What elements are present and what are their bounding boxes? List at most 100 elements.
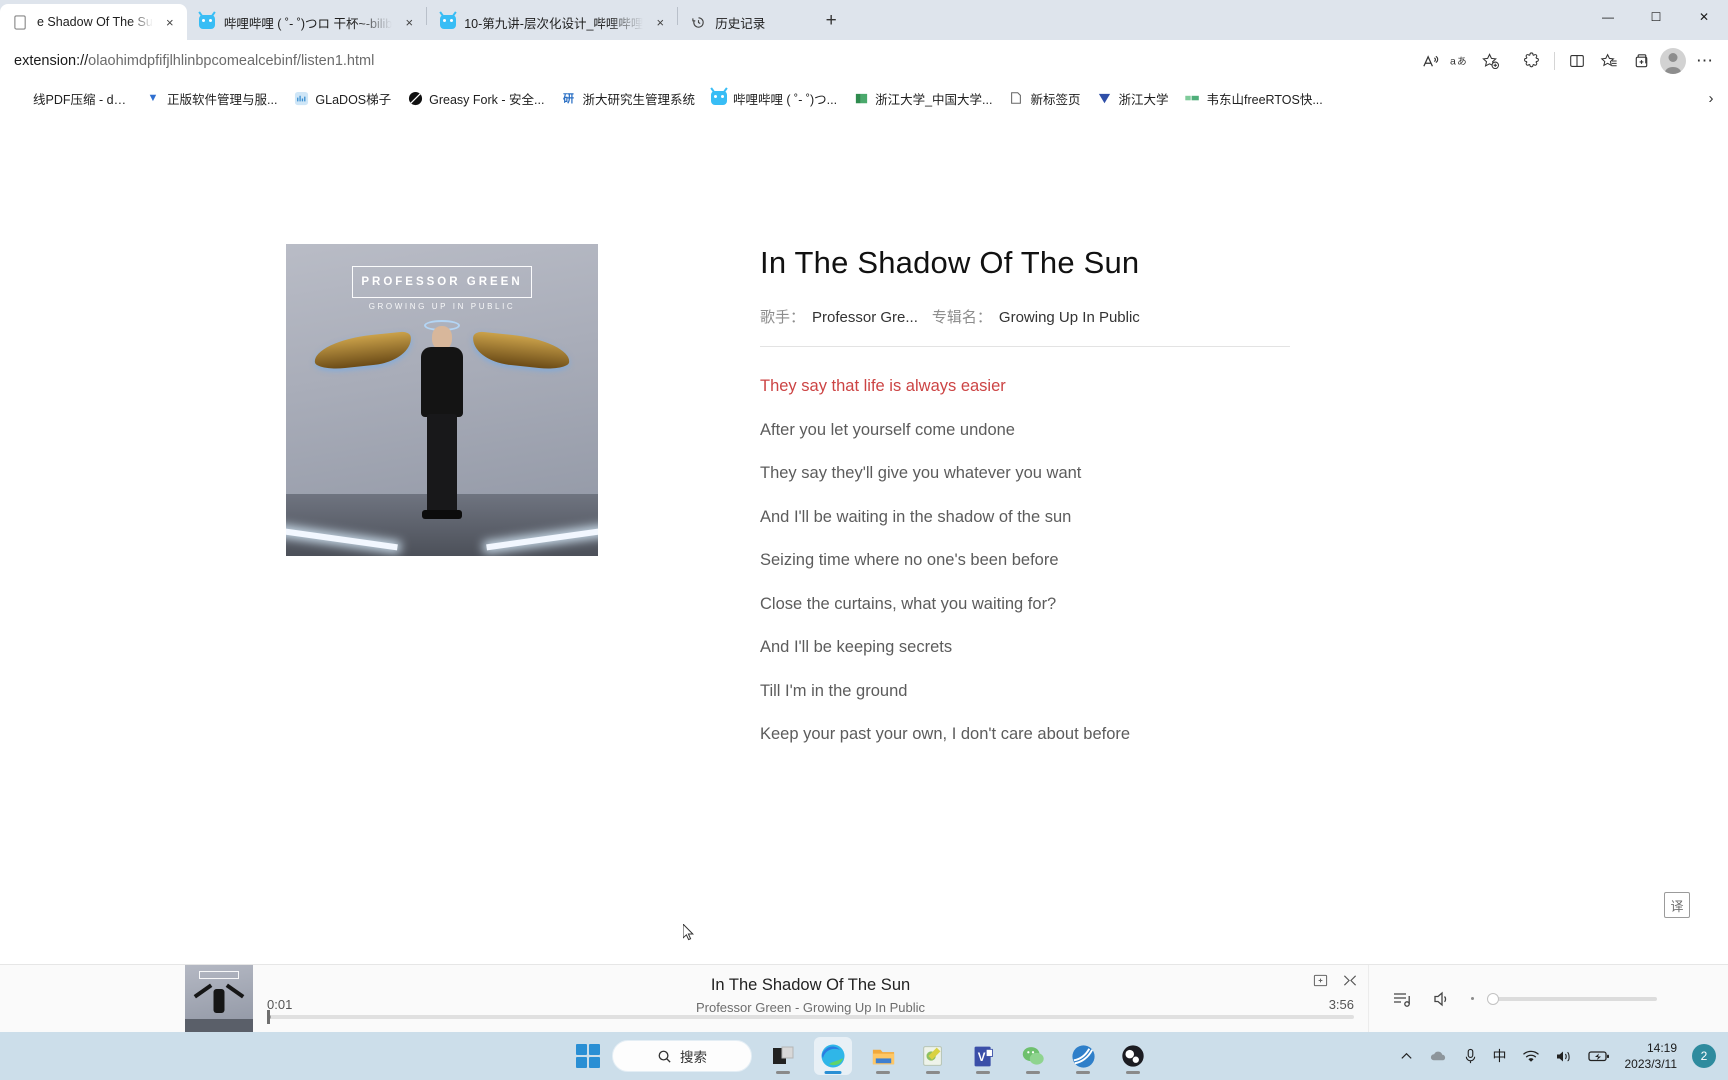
dropdown-icon: ▼ xyxy=(147,92,159,104)
favorites-icon[interactable] xyxy=(1594,46,1624,76)
lyric-line: And I'll be waiting in the shadow of the… xyxy=(760,507,1072,526)
player-song-subtitle: Professor Green - Growing Up In Public xyxy=(695,999,926,1015)
lyric-line: Till I'm in the ground xyxy=(760,681,908,700)
album-label: 专辑名： xyxy=(931,309,992,327)
profile-avatar-icon[interactable] xyxy=(1658,46,1688,76)
address-bar[interactable]: extension://olaohimdpfifjlhlinbpcomealce… xyxy=(8,46,1413,76)
bookmark-label: 浙江大学_中国大学... xyxy=(875,92,993,107)
tab-title: 哔哩哔哩 ( ˚- ˚)つロ 干杯~-bilib xyxy=(223,16,393,31)
bookmark-item[interactable]: 浙江大学 xyxy=(1090,86,1176,111)
add-to-playlist-icon[interactable] xyxy=(1313,973,1328,988)
app-running-dot xyxy=(1126,1071,1140,1074)
task-view-icon[interactable] xyxy=(764,1037,802,1075)
volume-icon[interactable] xyxy=(1431,988,1453,1010)
bookmark-item[interactable]: Greasy Fork - 安全... xyxy=(400,86,551,111)
settings-more-icon[interactable]: ⋯ xyxy=(1690,46,1720,76)
artist-value: Professor Gre... xyxy=(812,309,918,327)
notepad-icon[interactable] xyxy=(914,1037,952,1075)
obs-icon[interactable] xyxy=(1114,1037,1152,1075)
maximize-button[interactable]: ☐ xyxy=(1632,0,1680,33)
bookmark-item[interactable]: 浙江大学_中国大学... xyxy=(846,86,999,111)
start-icon[interactable] xyxy=(576,1044,600,1068)
close-window-button[interactable]: ✕ xyxy=(1680,0,1728,33)
bookmark-label: 浙江大学 xyxy=(1118,92,1169,107)
translate-button[interactable]: 译 xyxy=(1664,892,1690,918)
bookmark-item[interactable]: GLaDOS梯子 xyxy=(286,86,398,111)
wifi-icon[interactable] xyxy=(1522,1049,1540,1064)
lyric-line: They say they'll give you whatever you w… xyxy=(760,464,1082,483)
figure-body xyxy=(421,347,463,417)
chevron-up-icon[interactable] xyxy=(1399,1049,1414,1064)
player-song-title: In The Shadow Of The Sun xyxy=(710,975,911,994)
wechat-icon[interactable] xyxy=(1014,1037,1052,1075)
bookmark-label: 浙大研究生管理系统 xyxy=(582,92,695,107)
file-explorer-icon[interactable] xyxy=(864,1037,902,1075)
playlist-icon[interactable] xyxy=(1391,988,1413,1010)
add-favorite-icon[interactable] xyxy=(1475,46,1505,76)
tab-1[interactable]: 哔哩哔哩 ( ˚- ˚)つロ 干杯~-bilib × xyxy=(187,4,426,40)
album-name-text: GROWING UP IN PUBLIC xyxy=(368,302,516,311)
ime-chinese-icon[interactable]: 中 xyxy=(1493,1046,1507,1066)
network-app-icon[interactable] xyxy=(1064,1037,1102,1075)
thumb-arm-left xyxy=(193,983,213,998)
app-running-dot xyxy=(1026,1071,1040,1074)
bookmark-label: 新标签页 xyxy=(1030,92,1081,107)
tab-2[interactable]: 10-第九讲-层次化设计_哔哩哔哩 × xyxy=(427,4,677,40)
lyrics-panel[interactable]: They say that life is always easier Afte… xyxy=(760,347,1290,777)
tab-3[interactable]: 历史记录 xyxy=(678,4,810,40)
url-path: olaohimdpfifjlhlinbpcomealcebinf/listen1… xyxy=(88,53,375,69)
tab-strip: e Shadow Of The Su × 哔哩哔哩 ( ˚- ˚)つロ 干杯~-… xyxy=(0,0,1584,40)
omnibox-actions: aあ xyxy=(1415,46,1505,76)
player-center: In The Shadow Of The Sun Professor Green… xyxy=(253,965,1368,1033)
bookmark-item[interactable]: ▼ 正版软件管理与服... xyxy=(138,86,284,111)
bookmark-item[interactable]: 哔哩哔哩 ( ˚- ˚)つ... xyxy=(704,86,844,111)
player-track-actions xyxy=(1313,973,1358,988)
volume-slider[interactable] xyxy=(1487,992,1657,1005)
tab-close-icon[interactable]: × xyxy=(161,13,179,31)
bookmarks-bar: 线PDF压缩 - docs... ▼ 正版软件管理与服... GLaDOS梯子 … xyxy=(0,82,1728,114)
battery-icon[interactable] xyxy=(1587,1049,1610,1063)
history-icon xyxy=(690,14,707,31)
extensions-icon[interactable] xyxy=(1517,46,1547,76)
bookmarks-overflow-button[interactable]: › xyxy=(1698,85,1724,111)
shuffle-icon[interactable] xyxy=(1342,973,1358,988)
edge-browser-icon[interactable] xyxy=(814,1037,852,1075)
player-album-thumbnail[interactable] xyxy=(185,964,253,1033)
lyric-line: Close the curtains, what you waiting for… xyxy=(760,594,1057,613)
notification-badge[interactable]: 2 xyxy=(1692,1044,1716,1068)
translate-page-icon[interactable]: aあ xyxy=(1445,46,1475,76)
taskbar-center: 搜索 V xyxy=(576,1037,1152,1075)
app-running-dot xyxy=(1076,1071,1090,1074)
microphone-icon[interactable] xyxy=(1463,1048,1478,1065)
volume-knob[interactable] xyxy=(1487,992,1499,1005)
taskbar-search[interactable]: 搜索 xyxy=(612,1040,752,1072)
bookmark-label: 正版软件管理与服... xyxy=(167,92,278,107)
read-aloud-icon[interactable] xyxy=(1415,46,1445,76)
minimize-button[interactable]: — xyxy=(1584,0,1632,33)
player-progress-bar[interactable] xyxy=(267,1009,1354,1024)
bookmark-item[interactable]: 新标签页 xyxy=(1001,86,1087,111)
tab-0[interactable]: e Shadow Of The Su × xyxy=(0,4,187,40)
song-meta: 歌手： Professor Gre... 专辑名： Growing Up In … xyxy=(760,306,1290,327)
bookmark-item[interactable]: 研 浙大研究生管理系统 xyxy=(553,86,702,111)
new-tab-button[interactable]: + xyxy=(816,6,846,36)
bookmark-item[interactable]: 韦东山freeRTOS快... xyxy=(1178,86,1330,111)
split-screen-icon[interactable] xyxy=(1562,46,1592,76)
speaker-icon[interactable] xyxy=(1555,1049,1573,1064)
clock-time: 14:19 xyxy=(1646,1040,1677,1055)
visio-icon[interactable]: V xyxy=(964,1037,1002,1075)
tab-close-icon[interactable]: × xyxy=(651,13,669,31)
album-artist-frame: PROFESSOR GREEN xyxy=(352,266,532,298)
progress-knob[interactable] xyxy=(267,1009,270,1024)
greasyfork-icon xyxy=(407,90,423,106)
bookmark-item[interactable]: 线PDF压缩 - docs... xyxy=(4,86,136,111)
page-content: PROFESSOR GREEN GROWING UP IN PUBLIC In … xyxy=(0,114,1728,964)
onedrive-icon[interactable] xyxy=(1429,1049,1448,1064)
bookmark-label: Greasy Fork - 安全... xyxy=(429,92,545,107)
bilibili-icon xyxy=(439,14,456,31)
thumb-arm-right xyxy=(225,983,245,998)
taskbar-clock[interactable]: 14:19 2023/3/11 xyxy=(1625,1040,1678,1072)
svg-text:あ: あ xyxy=(1457,57,1467,68)
collections-icon[interactable] xyxy=(1626,46,1656,76)
tab-close-icon[interactable]: × xyxy=(400,13,418,31)
